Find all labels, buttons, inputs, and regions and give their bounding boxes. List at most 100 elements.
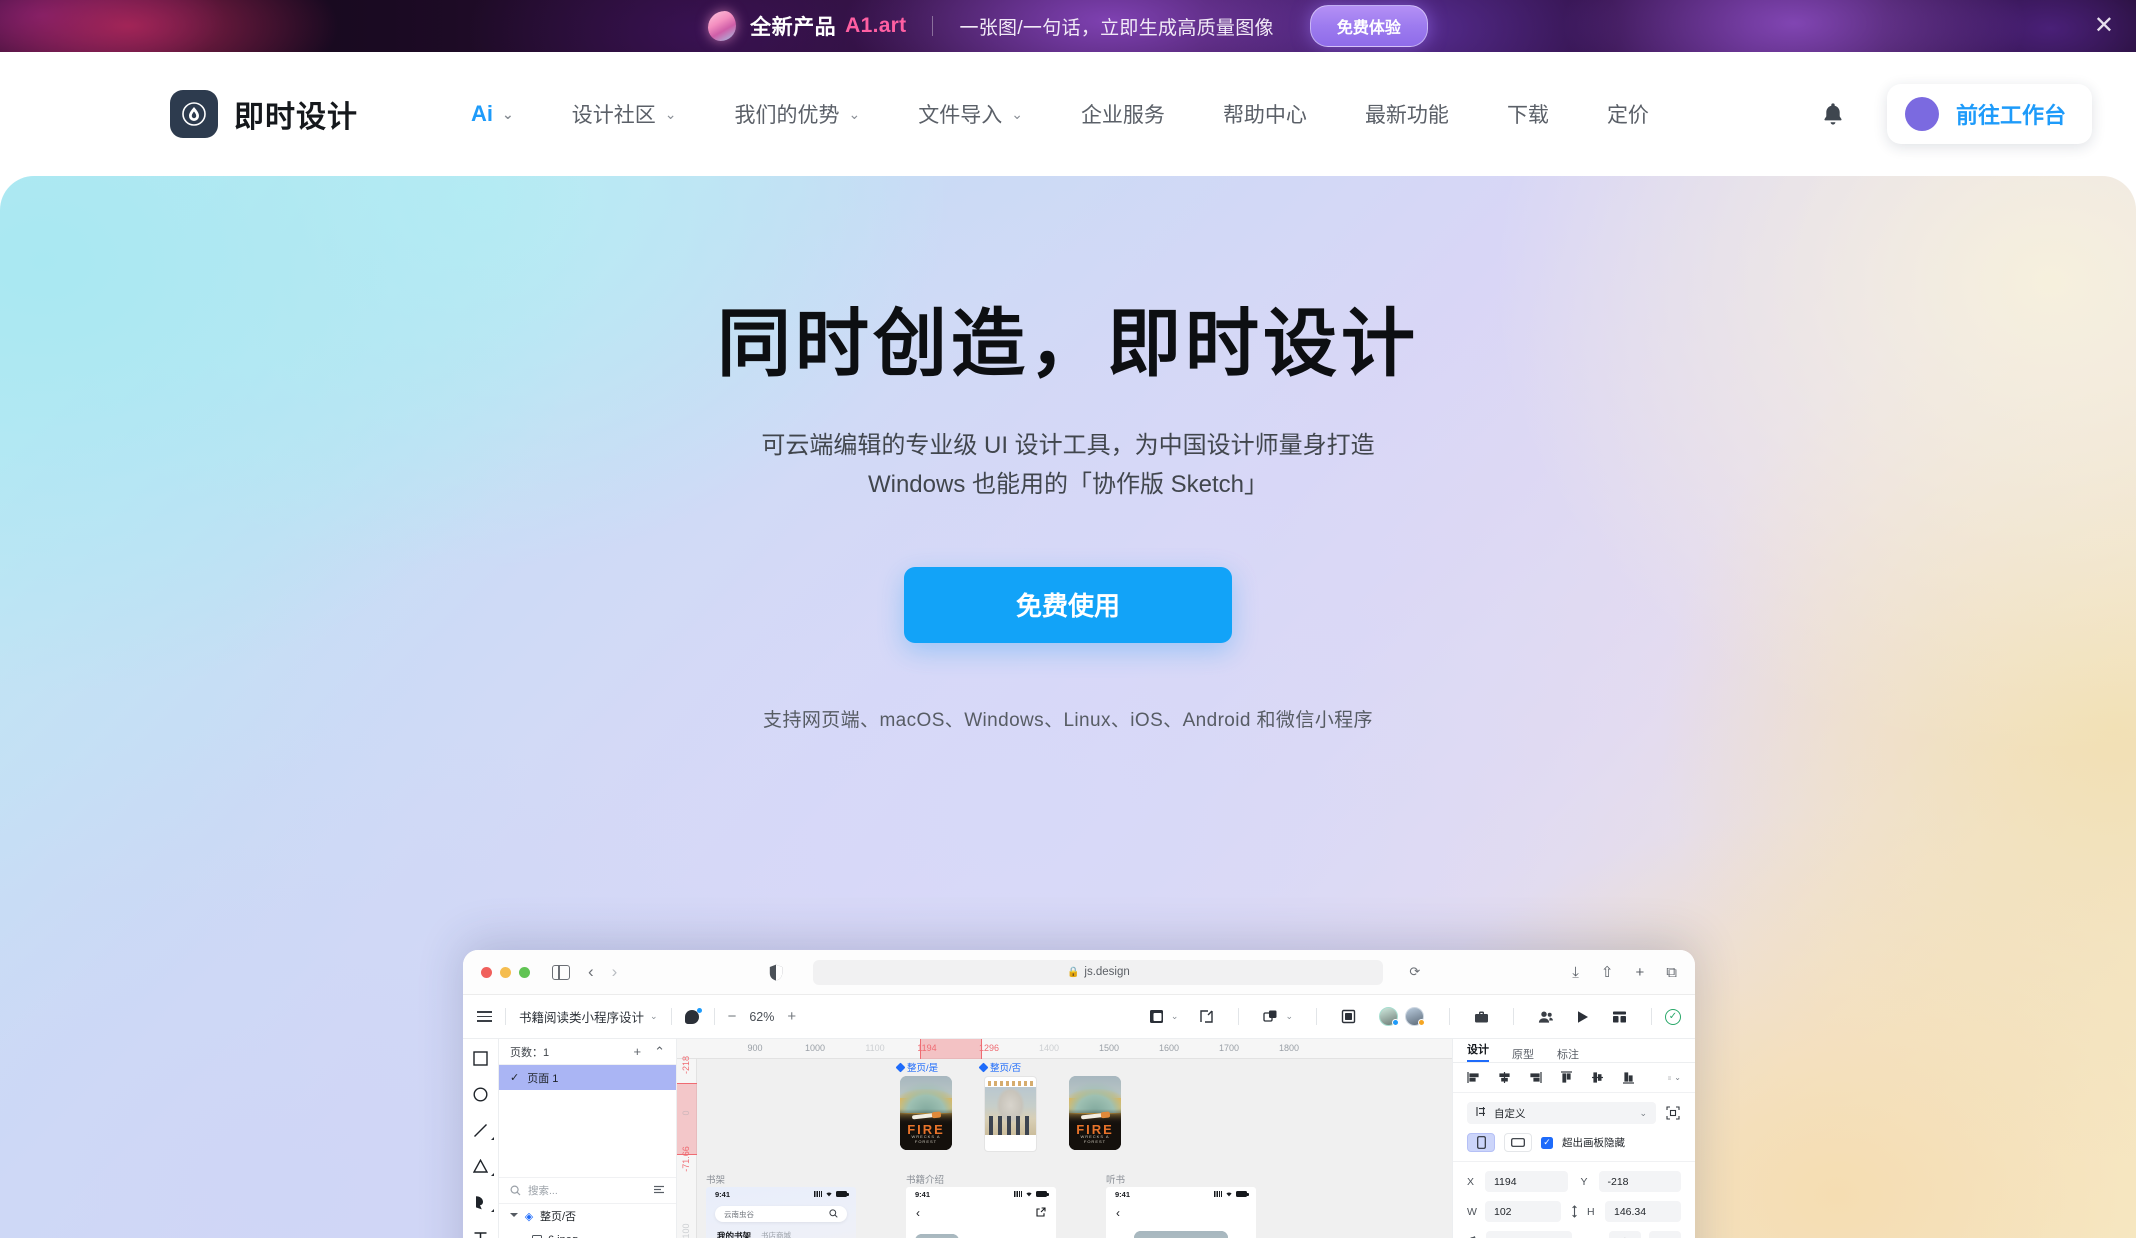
close-icon[interactable]: ✕ [2094,14,2114,38]
frame-label[interactable]: 书架 [706,1172,725,1186]
nav-item-whatsnew[interactable]: 最新功能 [1336,99,1478,129]
layer-search[interactable]: 搜索... [499,1178,676,1204]
window-controls[interactable] [481,966,530,978]
nav-item-pricing[interactable]: 定价 [1578,99,1678,129]
zoom-out-button[interactable]: − [728,1008,737,1025]
zoom-control[interactable]: − 62% + [728,1008,797,1025]
align-left-icon[interactable] [1467,1071,1480,1084]
text-tool-icon[interactable] [473,1230,489,1238]
maximize-window-dot[interactable] [519,966,530,978]
flip-vertical-icon[interactable] [1649,1231,1681,1238]
artboard-shelf[interactable]: 9:41 云南虫谷 我的书架 书店商城 [706,1187,856,1238]
canvas-content[interactable]: 整页/是 整页/否 FIRE WRECKS A FOREST FIRE WREC… [697,1059,1452,1238]
x-input[interactable]: 1194 [1485,1171,1568,1192]
clip-content-checkbox[interactable]: ✓ [1541,1136,1553,1149]
alignment-toolbar[interactable]: ⌄ [1453,1063,1695,1093]
promo-cta-button[interactable]: 免费体验 [1309,5,1428,47]
align-bottom-icon[interactable] [1622,1071,1635,1084]
vertical-ruler[interactable]: -218 0 -71.66 100 200 [677,1056,697,1238]
size-preset-select[interactable]: 自定义 ⌄ [1467,1102,1656,1124]
layer-row[interactable]: 6.jpeg [499,1228,676,1238]
nav-item-help[interactable]: 帮助中心 [1194,99,1336,129]
zoom-in-button[interactable]: + [787,1008,796,1025]
download-icon[interactable]: ⤓ [1572,964,1579,981]
resource-kit-button[interactable] [1463,1008,1500,1025]
cloud-sync-icon[interactable] [684,1007,702,1025]
landscape-icon[interactable] [1504,1133,1532,1152]
book-cover[interactable] [1134,1231,1228,1238]
rectangle-tool-icon[interactable] [473,1050,489,1066]
nav-item-advantages[interactable]: 我们的优势 ⌄ [705,99,889,129]
filter-icon[interactable] [653,1184,665,1198]
polygon-tool-icon[interactable] [473,1158,494,1176]
nav-item-enterprise[interactable]: 企业服务 [1052,99,1194,129]
nav-item-file-import[interactable]: 文件导入 ⌄ [889,99,1052,129]
poster-thumbnail[interactable]: FIRE WRECKS A FOREST [1069,1076,1121,1150]
nav-item-download[interactable]: 下载 [1478,99,1578,129]
notification-bell-icon[interactable] [1821,101,1845,127]
artboard-label[interactable]: 整页/否 [978,1060,1021,1074]
tabs-overview-icon[interactable]: ⧉ [1666,964,1677,981]
tab-my-shelf[interactable]: 我的书架 [717,1230,751,1238]
link-aspect-icon[interactable] [1568,1205,1580,1219]
chevron-left-icon[interactable]: ‹ [588,962,594,982]
tab-prototype[interactable]: 原型 [1512,1046,1534,1062]
horizontal-ruler[interactable]: 900 1000 1100 1194 1296 1400 1500 1600 1… [677,1039,1452,1059]
page-list-item[interactable]: ✓ 页面 1 [499,1065,676,1090]
chevron-left-icon[interactable]: ‹ [1116,1206,1120,1220]
nav-item-ai[interactable]: Ai ⌄ [442,101,543,127]
frame-tool-button[interactable]: ⌄ [1138,1008,1189,1025]
share-icon[interactable] [1036,1206,1046,1220]
nav-item-community[interactable]: 设计社区 ⌄ [543,99,706,129]
photo-thumbnail[interactable] [984,1076,1037,1152]
go-to-workbench-button[interactable]: 前往工作台 [1886,84,2092,144]
properties-tabs[interactable]: 设计 原型 标注 [1453,1039,1695,1063]
close-window-dot[interactable] [481,966,492,978]
chevron-down-icon[interactable] [510,1212,518,1220]
poster-thumbnail[interactable]: FIRE WRECKS A FOREST [900,1076,952,1150]
artboard-listen[interactable]: 9:41 ‹ [1106,1187,1256,1238]
chevron-right-icon[interactable]: › [612,962,618,982]
shelf-tabs[interactable]: 我的书架 书店商城 [706,1222,856,1238]
align-center-h-icon[interactable] [1498,1071,1511,1084]
pen-tool-button[interactable] [1188,1008,1225,1025]
portrait-icon[interactable] [1467,1133,1495,1152]
mask-tool-button[interactable] [1330,1008,1367,1025]
tab-design[interactable]: 设计 [1467,1041,1489,1062]
brand-logo-link[interactable]: 即时设计 [170,90,358,138]
rotation-input[interactable]: 0 ° [1486,1231,1572,1238]
align-top-icon[interactable] [1560,1071,1573,1084]
address-bar[interactable]: 🔒 js.design [813,959,1384,985]
hamburger-menu-icon[interactable] [477,1011,492,1022]
scale-to-fit-icon[interactable] [1665,1105,1681,1121]
ellipse-tool-icon[interactable] [473,1086,489,1102]
saved-check-icon[interactable]: ✓ [1665,1008,1681,1025]
artboard-label[interactable]: 整页/是 [895,1060,938,1074]
chevron-left-icon[interactable]: ‹ [916,1206,920,1220]
pen-tool-icon[interactable] [473,1194,494,1212]
sidebar-toggle-icon[interactable] [552,964,570,980]
distribute-icon[interactable]: ⌄ [1668,1071,1681,1084]
y-input[interactable]: -218 [1598,1171,1681,1192]
free-use-button[interactable]: 免费使用 [904,566,1232,643]
layout-grid-button[interactable] [1601,1008,1638,1025]
w-input[interactable]: 102 [1485,1201,1561,1222]
search-input[interactable]: 搜索... [528,1183,558,1198]
privacy-shield-icon[interactable] [769,964,783,981]
h-input[interactable]: 146.34 [1605,1201,1681,1222]
frame-label[interactable]: 书籍介绍 [906,1172,944,1186]
share-members-button[interactable] [1527,1008,1564,1025]
frame-label[interactable]: 听书 [1106,1172,1125,1186]
present-play-button[interactable] [1564,1008,1601,1025]
book-cover[interactable]: FIRE [915,1234,959,1238]
shelf-search-input[interactable]: 云南虫谷 [715,1206,847,1222]
reload-icon[interactable]: ⟳ [1409,964,1420,980]
share-icon[interactable]: ⇧ [1601,963,1614,981]
layer-row[interactable]: ◈ 整页/否 [499,1204,676,1228]
align-center-v-icon[interactable] [1591,1071,1604,1084]
tab-store[interactable]: 书店商城 [761,1230,791,1238]
plus-icon[interactable]: + [634,1044,642,1060]
flip-horizontal-icon[interactable] [1609,1231,1641,1238]
avatar[interactable] [1379,1007,1399,1026]
component-tool-button[interactable]: ⌄ [1252,1008,1303,1025]
